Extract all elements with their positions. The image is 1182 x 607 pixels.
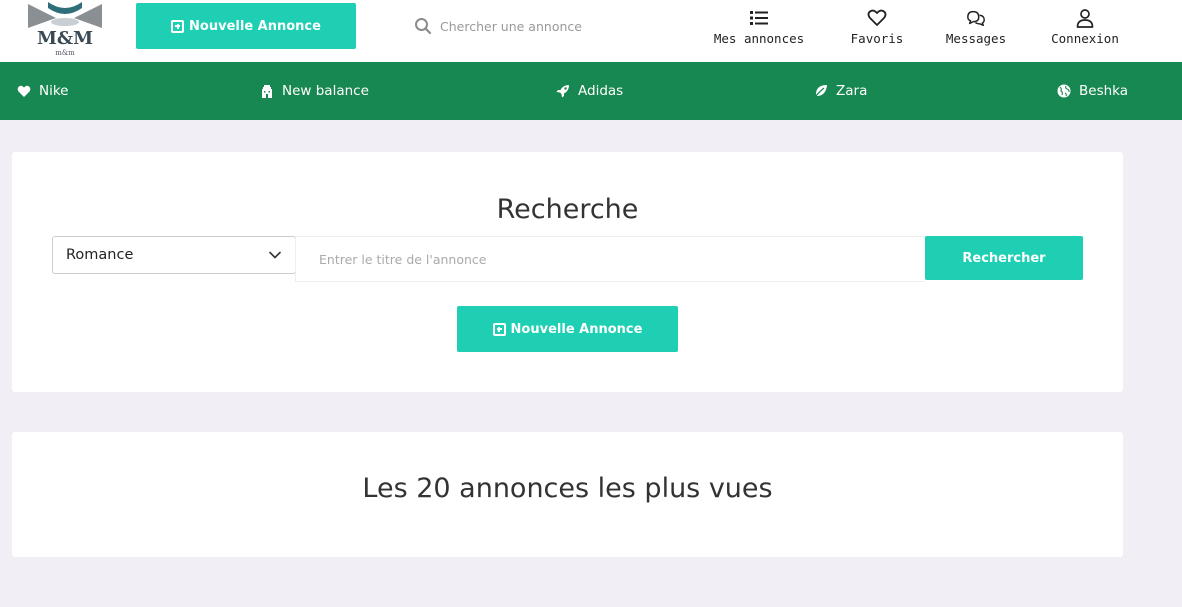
nav-login[interactable]: Connexion <box>1043 8 1127 52</box>
brand-label: Beshka <box>1079 83 1129 99</box>
brand-item-adidas[interactable]: Adidas <box>556 62 623 120</box>
nav-favorites[interactable]: Favoris <box>844 8 910 52</box>
header-search-input[interactable] <box>440 18 640 34</box>
chevron-down-icon <box>269 251 281 259</box>
user-icon <box>1076 9 1094 28</box>
heart-icon <box>867 9 887 26</box>
brand-label: New balance <box>282 83 369 99</box>
category-select[interactable]: Romance <box>52 236 296 274</box>
chat-icon <box>967 10 985 26</box>
logo-text: M&M <box>36 28 94 49</box>
brand-label: Zara <box>836 83 868 99</box>
nav-messages[interactable]: Messages <box>938 8 1014 52</box>
plus-square-icon <box>171 19 185 33</box>
nav-my-ads[interactable]: Mes annonces <box>704 8 814 52</box>
leaf-icon <box>814 85 827 98</box>
rocket-icon <box>556 85 569 98</box>
search-icon[interactable] <box>414 17 432 35</box>
heart-icon <box>17 85 31 97</box>
new-ad-card-button[interactable]: Nouvelle Annonce <box>457 306 678 352</box>
brand-item-zara[interactable]: Zara <box>814 62 867 120</box>
top-header: M&M m&m Nouvelle Annonce Mes annonces Fa… <box>0 0 1182 62</box>
list-icon <box>750 11 768 25</box>
most-viewed-card: Les 20 annonces les plus vues <box>12 432 1123 557</box>
new-ad-card-button-label: Nouvelle Annonce <box>510 321 643 337</box>
site-logo[interactable]: M&M m&m <box>18 0 112 58</box>
brand-item-new-balance[interactable]: New balance <box>260 62 369 120</box>
brand-bar: Nike New balance Adidas Zara Beshka <box>0 62 1182 120</box>
brand-label: Adidas <box>578 83 624 99</box>
brand-label: Nike <box>39 83 69 99</box>
nav-login-label: Connexion <box>1051 31 1119 46</box>
plus-square-icon <box>492 322 506 336</box>
ad-title-input[interactable] <box>295 236 925 282</box>
category-select-value: Romance <box>66 247 134 263</box>
nav-my-ads-label: Mes annonces <box>713 31 805 46</box>
globe-icon <box>1057 84 1071 98</box>
brand-item-nike[interactable]: Nike <box>17 62 69 120</box>
search-card-title: Recherche <box>496 194 639 225</box>
most-viewed-title: Les 20 annonces les plus vues <box>362 473 773 504</box>
search-card: Recherche Romance Rechercher Nouvelle An… <box>12 152 1123 392</box>
new-ad-button-label: Nouvelle Annonce <box>189 18 321 34</box>
brand-item-beshka[interactable]: Beshka <box>1057 62 1128 120</box>
building-icon <box>262 85 272 98</box>
header-search <box>414 14 664 38</box>
new-ad-button[interactable]: Nouvelle Annonce <box>136 3 356 49</box>
nav-messages-label: Messages <box>945 31 1007 46</box>
search-button[interactable]: Rechercher <box>925 236 1083 280</box>
nav-favorites-label: Favoris <box>850 31 904 46</box>
logo-subtext: m&m <box>55 49 75 57</box>
